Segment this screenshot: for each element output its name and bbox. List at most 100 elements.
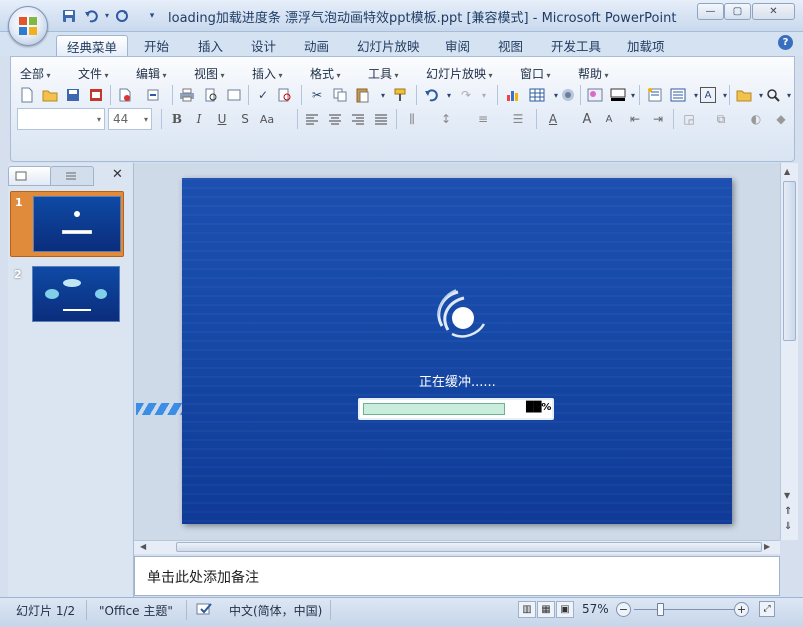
- shrink-font-icon[interactable]: A: [599, 109, 619, 129]
- tab-insert[interactable]: 插入: [188, 35, 233, 56]
- font-name-combo[interactable]: ▾: [17, 108, 105, 130]
- next-slide-icon[interactable]: ⇓: [784, 522, 792, 532]
- tab-developer[interactable]: 开发工具: [541, 35, 611, 56]
- theme-name[interactable]: "Office 主题": [99, 602, 173, 619]
- cut-icon[interactable]: ✂: [307, 85, 327, 105]
- tab-home[interactable]: 开始: [134, 35, 179, 56]
- close-panel-button[interactable]: ✕: [112, 167, 123, 182]
- hscroll-thumb[interactable]: [176, 542, 762, 552]
- redo-dropdown-icon[interactable]: ▾: [474, 85, 494, 105]
- normal-view-button[interactable]: ▥: [518, 601, 536, 618]
- bold-button[interactable]: B: [167, 109, 187, 129]
- export-pdf-icon[interactable]: [86, 85, 106, 105]
- minimize-button[interactable]: —: [697, 3, 724, 20]
- slide-canvas[interactable]: 正在缓冲...... ██%: [182, 178, 732, 524]
- bullets-icon[interactable]: ☰: [508, 109, 528, 129]
- quick-styles-icon[interactable]: ◐: [746, 109, 766, 129]
- fill-dropdown-icon[interactable]: ▾: [623, 85, 643, 105]
- print-icon[interactable]: [177, 85, 197, 105]
- numbering-icon[interactable]: ≡: [473, 109, 493, 129]
- decrease-indent-icon[interactable]: ⇤: [625, 109, 645, 129]
- fit-to-window-icon[interactable]: ⤢: [759, 601, 775, 617]
- close-button[interactable]: ✕: [752, 3, 795, 20]
- copy-icon[interactable]: [330, 85, 350, 105]
- slideshow-button[interactable]: ▣: [556, 601, 574, 618]
- tab-slides[interactable]: [8, 166, 52, 186]
- tab-addins[interactable]: 加载项: [617, 35, 675, 56]
- new-icon[interactable]: [17, 85, 37, 105]
- arrange-icon[interactable]: ⧉: [711, 109, 731, 129]
- paste-dropdown-icon[interactable]: ▾: [373, 85, 393, 105]
- tab-slideshow[interactable]: 幻灯片放映: [347, 35, 430, 56]
- align-right-icon[interactable]: [348, 109, 368, 129]
- menu-file[interactable]: 文件: [78, 65, 109, 82]
- insert-chart-icon[interactable]: [503, 85, 523, 105]
- help-icon[interactable]: ?: [778, 35, 793, 50]
- shape-fill-icon[interactable]: ◆: [771, 109, 791, 129]
- line-spacing-icon[interactable]: ↕: [436, 109, 456, 129]
- menu-edit[interactable]: 编辑: [136, 65, 167, 82]
- zoom-slider-thumb[interactable]: [657, 603, 664, 616]
- slide-thumbnail-2[interactable]: 2: [10, 262, 124, 328]
- zoom-slider-track[interactable]: [634, 609, 734, 610]
- proofing-icon[interactable]: [196, 602, 214, 619]
- research-icon[interactable]: [275, 85, 295, 105]
- slide-sorter-button[interactable]: ▦: [537, 601, 555, 618]
- notes-pane[interactable]: 单击此处添加备注: [134, 556, 780, 596]
- previous-slide-icon[interactable]: ⇑: [784, 507, 792, 517]
- paste-icon[interactable]: [352, 85, 372, 105]
- tab-outline[interactable]: [50, 166, 94, 186]
- shapes-icon[interactable]: ◲: [679, 109, 699, 129]
- scroll-right-icon[interactable]: ▶: [764, 542, 770, 551]
- slide-thumbnail-1[interactable]: 1: [10, 191, 124, 257]
- tab-design[interactable]: 设计: [241, 35, 286, 56]
- customize-qat-icon[interactable]: ▾: [143, 7, 161, 24]
- office-button[interactable]: [8, 6, 48, 46]
- undo-toolbar-icon[interactable]: [421, 85, 441, 105]
- find-dropdown-icon[interactable]: ▾: [779, 85, 799, 105]
- grow-font-icon[interactable]: A: [577, 109, 597, 129]
- print-preview-icon[interactable]: [201, 85, 221, 105]
- save-file-icon[interactable]: [63, 85, 83, 105]
- redo-icon[interactable]: [113, 7, 131, 24]
- menu-slideshow[interactable]: 幻灯片放映: [426, 65, 493, 82]
- vertical-scrollbar[interactable]: ▲ ▼ ⇑ ⇓: [780, 163, 798, 540]
- insert-picture-icon[interactable]: [585, 85, 605, 105]
- maximize-button[interactable]: ▢: [724, 3, 751, 20]
- attach-icon[interactable]: [143, 85, 163, 105]
- textbox-icon[interactable]: A: [700, 87, 716, 103]
- change-case-button[interactable]: Aa: [257, 109, 277, 129]
- tab-view[interactable]: 视图: [488, 35, 533, 56]
- zoom-in-icon[interactable]: +: [734, 602, 749, 617]
- format-painter-icon[interactable]: [391, 85, 411, 105]
- open-icon[interactable]: [40, 85, 60, 105]
- normal-view-icon[interactable]: [224, 85, 244, 105]
- justify-icon[interactable]: [371, 109, 391, 129]
- italic-button[interactable]: I: [189, 109, 209, 129]
- save-icon[interactable]: [60, 7, 78, 24]
- scroll-left-icon[interactable]: ◀: [140, 542, 146, 551]
- zoom-level[interactable]: 57%: [582, 602, 609, 616]
- menu-window[interactable]: 窗口: [520, 65, 551, 82]
- increase-indent-icon[interactable]: ⇥: [648, 109, 668, 129]
- underline-button[interactable]: U: [212, 109, 232, 129]
- text-direction-icon[interactable]: ⫼: [402, 109, 422, 129]
- align-left-icon[interactable]: [302, 109, 322, 129]
- menu-insert[interactable]: 插入: [252, 65, 283, 82]
- menu-help[interactable]: 帮助: [578, 65, 609, 82]
- tab-review[interactable]: 审阅: [435, 35, 480, 56]
- language[interactable]: 中文(简体，中国): [229, 602, 322, 619]
- menu-all[interactable]: 全部: [20, 65, 51, 82]
- permission-icon[interactable]: [115, 85, 135, 105]
- scroll-down-icon[interactable]: ▼: [784, 491, 790, 500]
- shadow-button[interactable]: S: [235, 109, 255, 129]
- menu-view[interactable]: 视图: [194, 65, 225, 82]
- tab-classic-menu[interactable]: 经典菜单: [56, 35, 129, 56]
- menu-format[interactable]: 格式: [310, 65, 341, 82]
- redo-toolbar-icon[interactable]: ↷: [456, 85, 476, 105]
- font-color-button[interactable]: A: [543, 109, 563, 129]
- tab-animation[interactable]: 动画: [294, 35, 339, 56]
- clipart-icon[interactable]: [558, 85, 578, 105]
- align-center-icon[interactable]: [325, 109, 345, 129]
- spelling-icon[interactable]: ✓: [253, 85, 273, 105]
